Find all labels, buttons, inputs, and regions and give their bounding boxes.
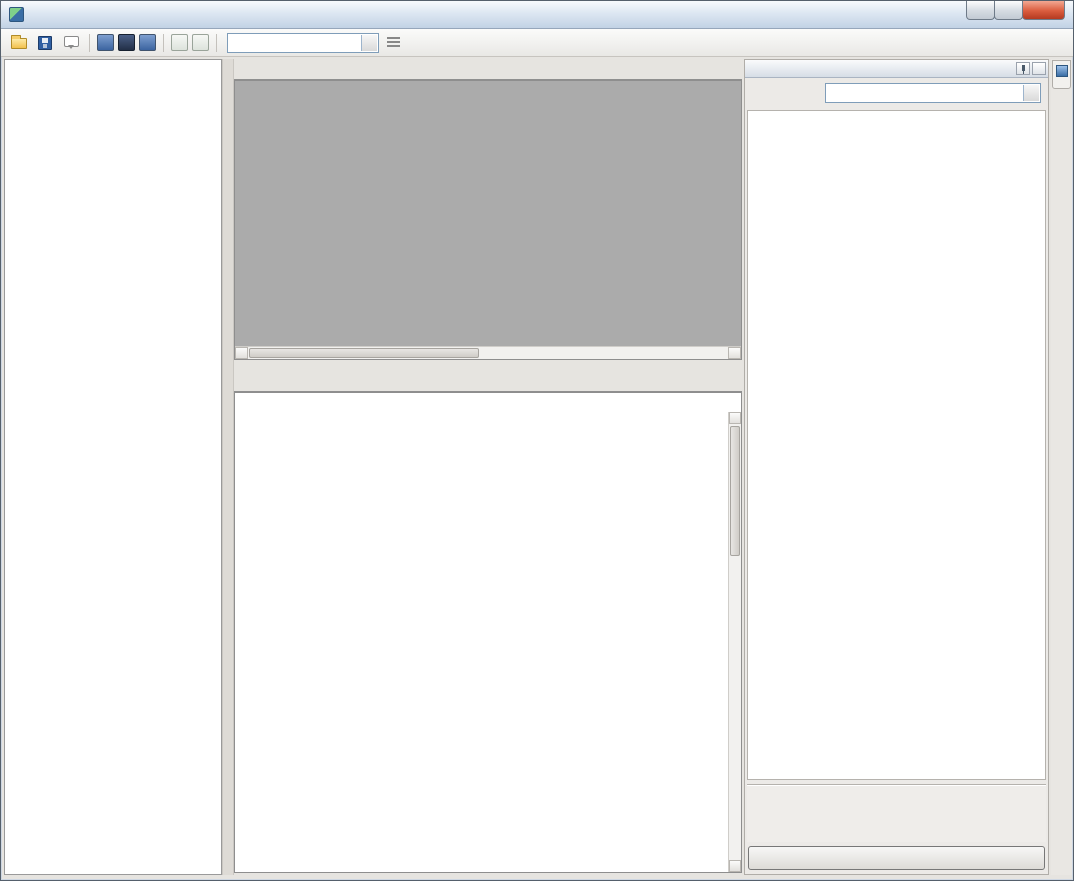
save-icon <box>38 35 52 50</box>
vertical-splitter[interactable] <box>222 59 234 875</box>
scrollbar-thumb[interactable] <box>730 426 740 556</box>
toolbar-separator <box>163 33 164 52</box>
window-buttons <box>966 1 1065 20</box>
strategy-analyzer-window <box>0 0 1074 881</box>
scroll-right-button[interactable] <box>728 347 741 359</box>
ohlc-entries-button[interactable] <box>118 34 135 51</box>
chevron-down-icon[interactable] <box>361 34 377 51</box>
speech-bubble-icon <box>63 35 79 49</box>
app-icon <box>9 7 24 22</box>
open-workspace-button[interactable] <box>8 32 30 54</box>
trades-table <box>234 392 742 873</box>
analyzer-tab-strip <box>234 59 742 80</box>
auto-hide-strip <box>1051 59 1072 875</box>
toolbar-separator <box>89 33 90 52</box>
walk-forward-optimization-panel <box>744 59 1049 875</box>
list-icon <box>386 37 400 48</box>
toolbar <box>1 29 1073 57</box>
strategy-selector-row <box>745 80 1048 106</box>
vertical-scrollbar[interactable] <box>728 412 741 872</box>
close-button[interactable] <box>1022 1 1065 20</box>
run-walk-forward-button[interactable] <box>748 846 1045 870</box>
analyzer-main <box>234 59 742 875</box>
walk-forward-panel-tab[interactable] <box>1052 60 1071 89</box>
instrument-tree[interactable] <box>4 59 222 875</box>
property-grid <box>747 110 1046 780</box>
properties-button[interactable] <box>383 32 405 54</box>
scrollbar-thumb[interactable] <box>249 348 479 358</box>
minimize-button[interactable] <box>966 1 995 20</box>
wizard-entries-button[interactable] <box>139 34 156 51</box>
strategy-select[interactable] <box>825 83 1041 103</box>
maximize-button[interactable] <box>994 1 1023 20</box>
basic-entries-button[interactable] <box>97 34 114 51</box>
horizontal-scrollbar[interactable] <box>235 346 741 359</box>
scroll-left-button[interactable] <box>235 347 248 359</box>
pin-icon[interactable] <box>1016 62 1030 75</box>
chevron-down-icon[interactable] <box>1023 85 1039 101</box>
panel-icon <box>1055 65 1068 77</box>
open-folder-icon <box>11 35 27 49</box>
scroll-up-button[interactable] <box>729 412 741 424</box>
display-units-select[interactable] <box>227 32 379 53</box>
panel-header[interactable] <box>745 60 1048 78</box>
toolbar-separator <box>216 33 217 52</box>
walk-forward-results-table <box>234 80 742 360</box>
new-analysis-button[interactable] <box>171 34 188 51</box>
reload-data-button[interactable] <box>192 34 209 51</box>
scroll-down-button[interactable] <box>729 860 741 872</box>
property-help-box <box>747 784 1046 842</box>
results-tab-strip <box>234 371 742 392</box>
panel-close-icon[interactable] <box>1032 62 1046 75</box>
title-bar[interactable] <box>1 1 1073 29</box>
feedback-button[interactable] <box>60 32 82 54</box>
save-button[interactable] <box>34 32 56 54</box>
